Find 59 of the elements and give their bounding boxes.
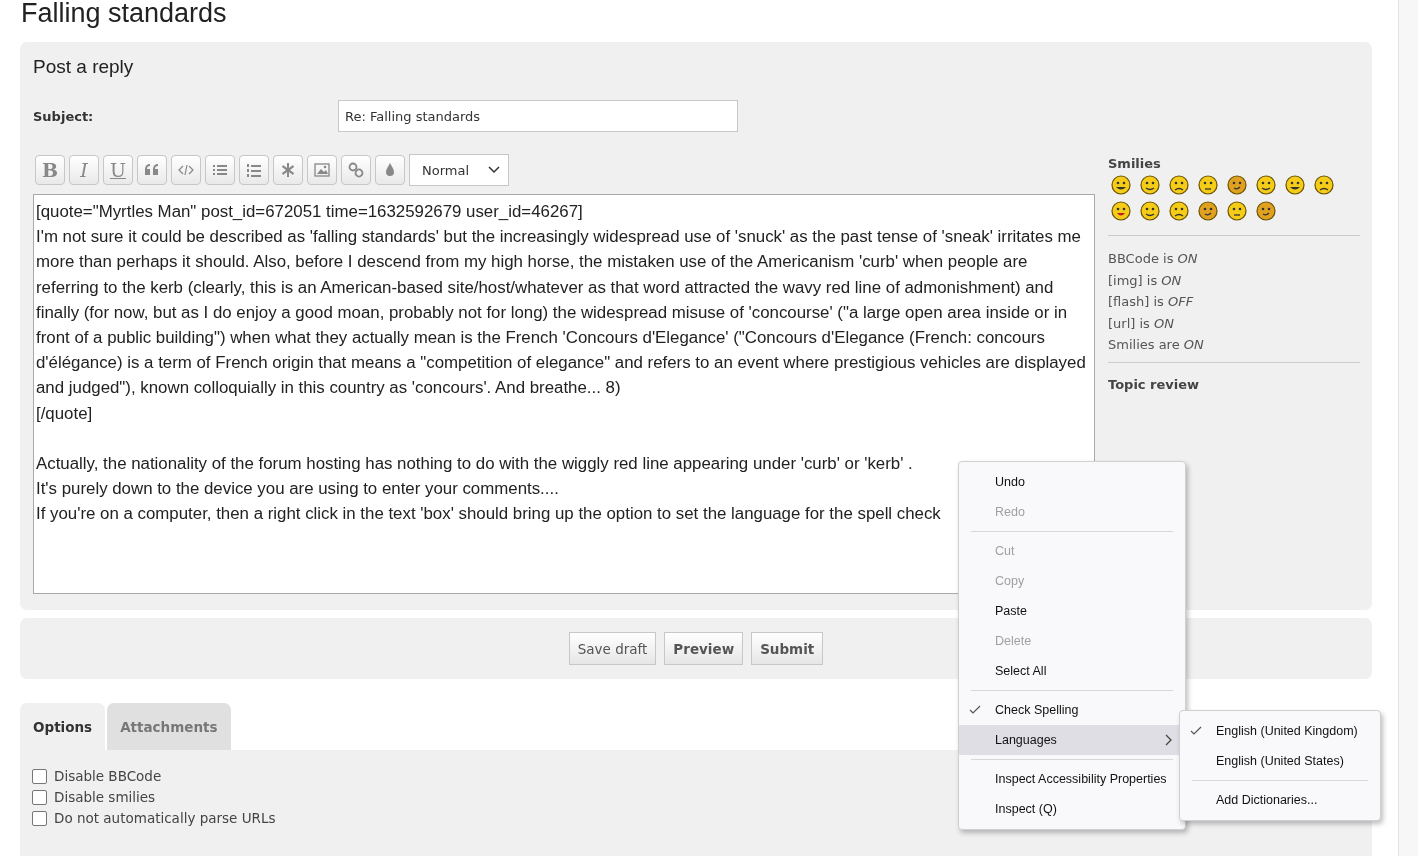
code-button[interactable] [171, 155, 201, 185]
smilies-title: Smilies [1108, 156, 1162, 171]
action-button[interactable]: Save draft [568, 632, 657, 665]
smiley-icon[interactable] [1198, 201, 1218, 221]
image-button[interactable] [307, 155, 337, 185]
smiley-icon[interactable] [1111, 175, 1131, 195]
scrollbar[interactable] [1398, 0, 1418, 856]
smiley-icon[interactable] [1227, 175, 1247, 195]
check-icon [1190, 726, 1202, 736]
check-icon [969, 705, 981, 715]
panel-heading: Post a reply [33, 56, 135, 78]
option-label: Disable smilies [54, 789, 156, 805]
option-label: Do not automatically parse URLs [54, 810, 276, 826]
link-button[interactable] [341, 155, 371, 185]
code-icon [178, 162, 194, 178]
color-button[interactable] [375, 155, 405, 185]
menu-item[interactable]: Add Dictionaries... [1180, 785, 1380, 815]
list-button[interactable] [205, 155, 235, 185]
chevron-down-icon [488, 166, 500, 174]
action-button[interactable]: Submit [751, 632, 824, 665]
star-button[interactable] [273, 155, 303, 185]
checkbox[interactable] [32, 810, 47, 826]
menu-item[interactable]: Paste [959, 596, 1185, 626]
status-text: [url] is ON [1108, 314, 1175, 333]
checkbox[interactable] [32, 789, 47, 805]
smiley-icon[interactable] [1256, 201, 1276, 221]
chevron-right-icon [1165, 734, 1173, 746]
link-icon [348, 162, 364, 178]
asterisk-icon [280, 162, 296, 178]
font-size-select[interactable]: Normal [409, 154, 509, 186]
page-title: Falling standards [21, 0, 228, 30]
image-icon [314, 162, 330, 178]
subject-field[interactable]: Re: Falling standards [338, 100, 738, 132]
smiley-icon[interactable] [1140, 201, 1160, 221]
status-text: BBCode is ON [1108, 250, 1199, 268]
subject-label: Subject: [33, 108, 95, 124]
smiley-icon[interactable] [1169, 175, 1189, 195]
smiley-icon[interactable] [1111, 201, 1131, 221]
menu-item[interactable]: Select All [959, 656, 1185, 686]
topic-review-title: Topic review [1108, 376, 1201, 392]
smiley-icon[interactable] [1314, 175, 1334, 195]
numbered-button[interactable] [239, 155, 269, 185]
list-icon [212, 162, 228, 178]
tab[interactable]: Options [20, 703, 106, 750]
status-text: [flash] is OFF [1108, 293, 1195, 311]
smiley-icon[interactable] [1256, 175, 1276, 195]
status-text: [img] is ON [1108, 271, 1183, 290]
smiley-icon[interactable] [1227, 201, 1247, 221]
status-text: Smilies are ON [1108, 336, 1205, 354]
smiley-icon[interactable] [1169, 201, 1189, 221]
smiley-icon[interactable] [1140, 175, 1160, 195]
smiley-icon[interactable] [1198, 175, 1218, 195]
quote-icon [144, 162, 160, 178]
action-button[interactable]: Preview [664, 632, 744, 665]
numbered-list-icon [246, 162, 262, 178]
quote-button[interactable] [137, 155, 167, 185]
checkbox[interactable] [32, 768, 47, 784]
smiley-icon[interactable] [1285, 175, 1305, 195]
option-label: Disable BBCode [54, 768, 162, 784]
